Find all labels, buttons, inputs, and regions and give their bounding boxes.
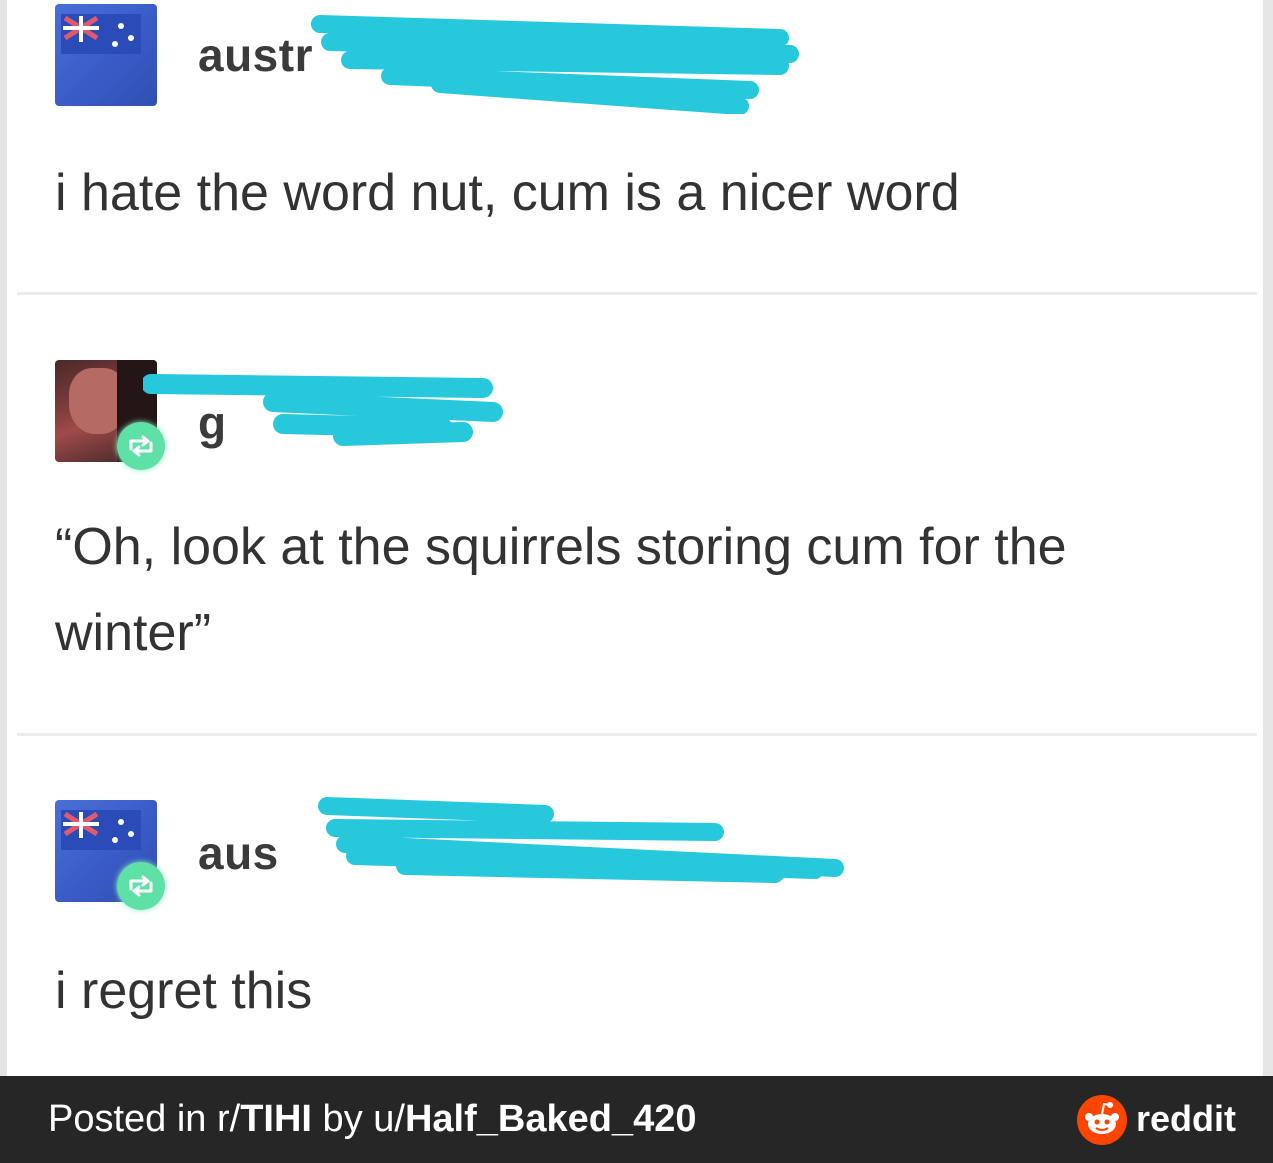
post-2: g “Oh, look at the squirrels storing cum… xyxy=(55,300,1263,730)
reddit-wordmark: reddit xyxy=(1136,1098,1237,1139)
username[interactable]: aus xyxy=(198,826,279,880)
footer-caption: Posted in r/TIHI by u/Half_Baked_420 xyxy=(48,1098,696,1141)
post-text: i regret this xyxy=(55,962,313,1020)
post-text: “Oh, look at the squirrels storing cum f… xyxy=(55,518,1067,662)
post-1: austr i hate the word nut, cum is a nice… xyxy=(55,0,1263,295)
username[interactable]: austr xyxy=(198,28,313,82)
reddit-share-footer: Posted in r/TIHI by u/Half_Baked_420 red… xyxy=(0,1076,1273,1163)
flag-icon xyxy=(61,810,141,850)
reblog-icon xyxy=(117,862,165,910)
reddit-logo-icon xyxy=(1077,1095,1127,1145)
redaction-scribble xyxy=(143,374,503,446)
post-text: i hate the word nut, cum is a nicer word xyxy=(55,164,960,222)
tumblr-screenshot-frame: austr i hate the word nut, cum is a nice… xyxy=(0,0,1273,1076)
footer-prefix: Posted in r/ xyxy=(48,1098,241,1140)
subreddit-link[interactable]: TIHI xyxy=(240,1098,312,1140)
post-3: aus i regret this xyxy=(55,740,1263,1070)
divider xyxy=(17,292,1257,295)
divider xyxy=(17,733,1257,736)
redaction-scribble xyxy=(318,797,844,883)
footer-by: by u/ xyxy=(312,1098,405,1140)
user-link[interactable]: Half_Baked_420 xyxy=(405,1098,697,1140)
redaction-scribble xyxy=(311,15,799,114)
flag-icon xyxy=(61,14,141,54)
avatar[interactable] xyxy=(55,4,157,106)
